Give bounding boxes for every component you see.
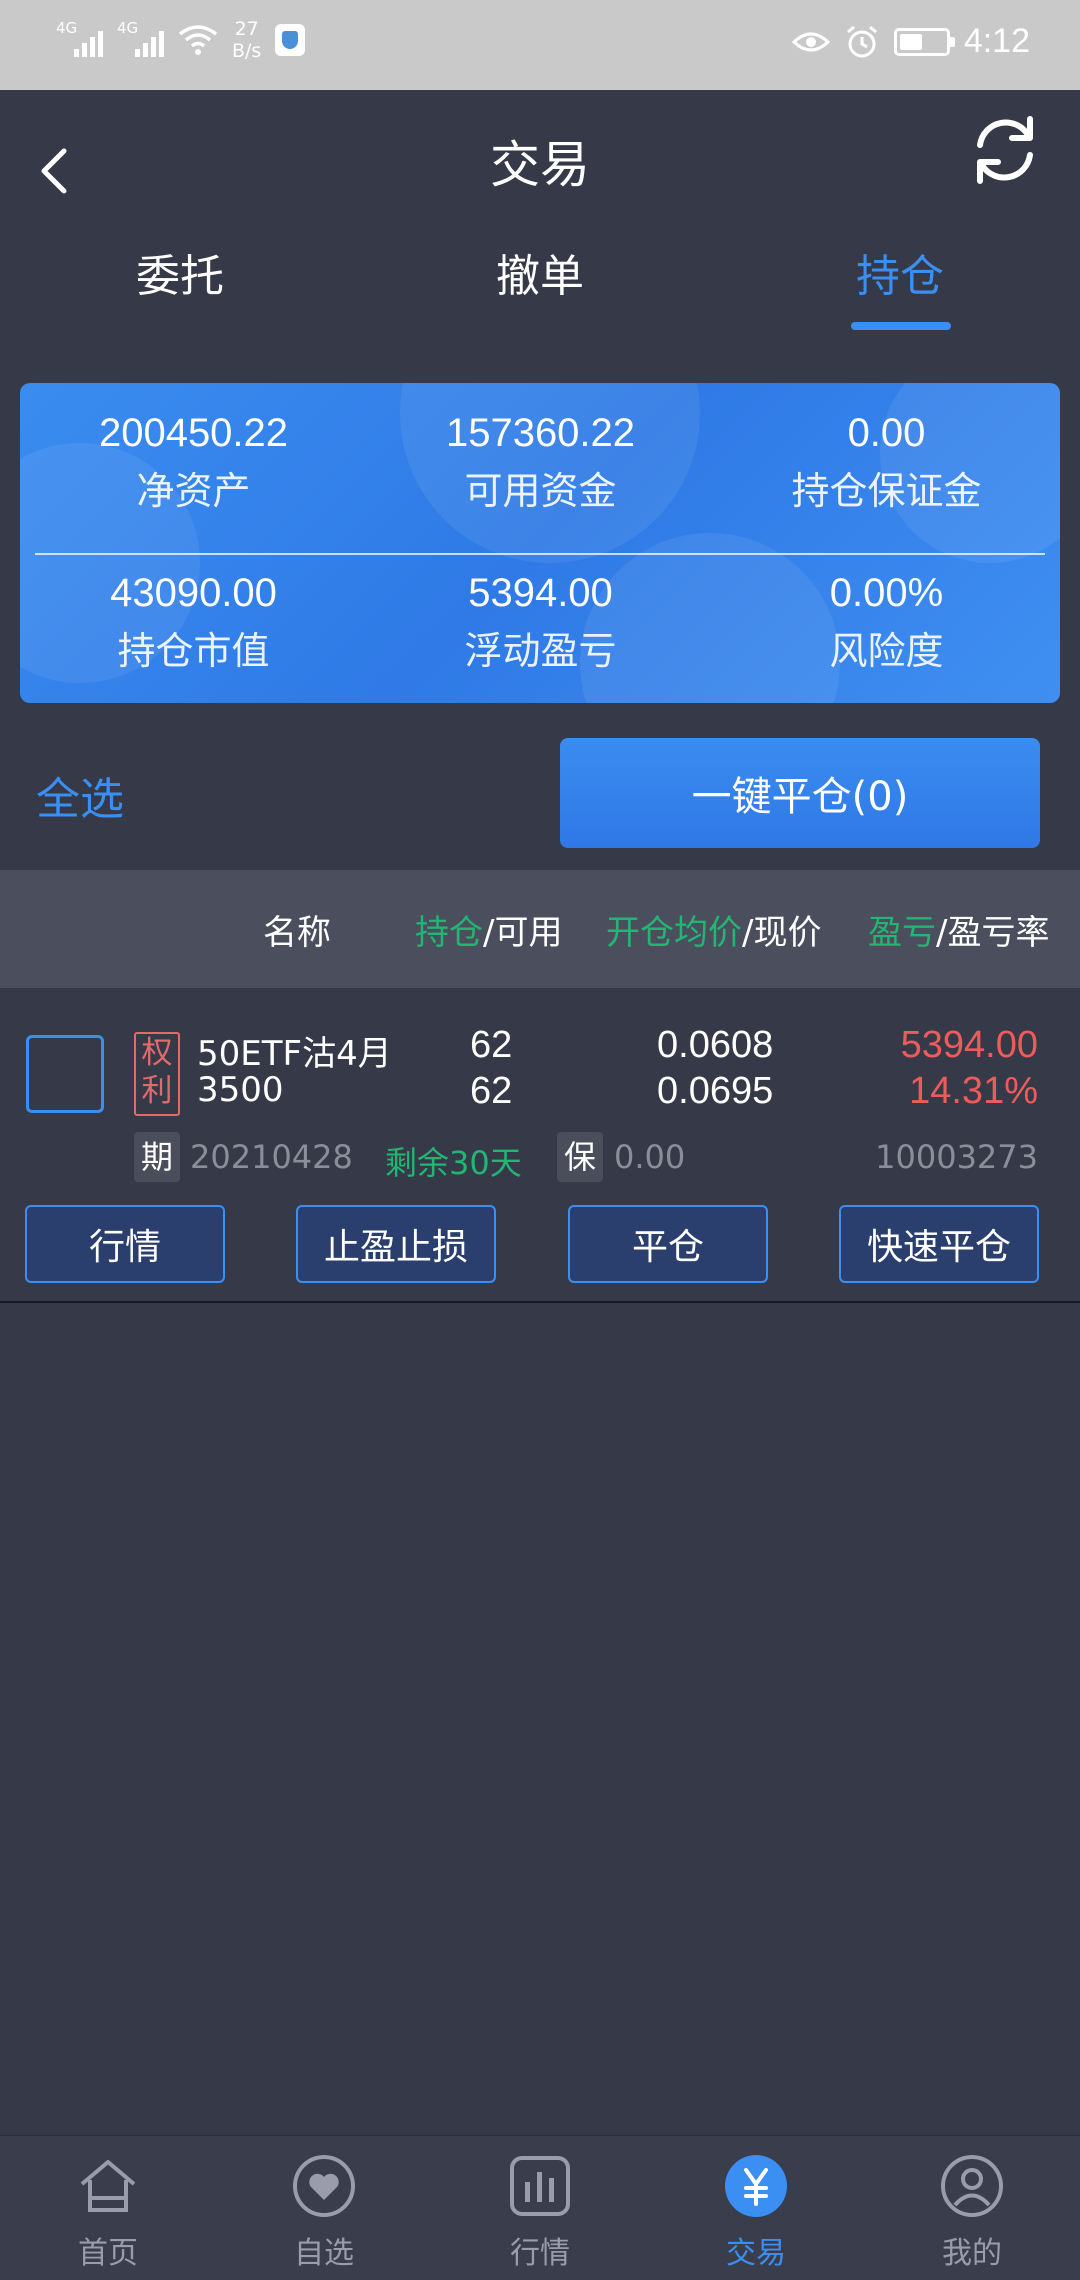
cellular-signal-icon: 4G: [56, 19, 103, 57]
page-title: 交易: [490, 136, 590, 194]
nav-profile-label: 我的: [942, 2236, 1002, 2271]
available-qty: 62: [470, 1070, 513, 1112]
net-speed-unit: B/s: [232, 40, 262, 62]
sim1-label: 4G: [56, 19, 78, 37]
margin-value: 0.00: [614, 1138, 686, 1176]
bar-chart-icon: [510, 2156, 570, 2216]
position-row[interactable]: 权 利 50ETF沽4月 3500 62 62 0.0608 0.0695 53…: [0, 990, 1080, 1303]
floating-pnl: 5394.00 浮动盈亏: [367, 571, 714, 675]
user-icon: [941, 2155, 1003, 2217]
option-type-tag: 权 利: [134, 1032, 180, 1116]
days-remaining: 剩余30天: [385, 1144, 522, 1182]
position-margin: 0.00 持仓保证金: [713, 411, 1060, 515]
expiry-tag: 期: [134, 1132, 180, 1182]
contract-code: 10003273: [875, 1138, 1038, 1176]
tab-orders[interactable]: 委托: [0, 240, 360, 304]
net-assets-label: 净资产: [136, 469, 251, 513]
contract-name: 50ETF沽4月: [197, 1034, 392, 1074]
status-bar: 4G 4G 27 B/s 4:12: [0, 0, 1080, 90]
col-current-price: /现价: [742, 913, 822, 953]
heart-icon: [293, 2155, 355, 2217]
account-summary-card: 200450.22 净资产 157360.22 可用资金 0.00 持仓保证金 …: [20, 383, 1060, 703]
nav-market[interactable]: 行情: [432, 2136, 648, 2280]
stop-profit-loss-button[interactable]: 止盈止损: [296, 1205, 496, 1283]
net-assets: 200450.22 净资产: [20, 411, 367, 515]
col-pnl-amount: 盈亏: [868, 913, 936, 953]
pnl-rate: 14.31%: [909, 1070, 1038, 1112]
eye-icon: [791, 32, 830, 51]
home-icon: [80, 2160, 136, 2212]
market-value-value: 43090.00: [110, 571, 277, 615]
current-price: 0.0695: [657, 1070, 774, 1112]
tab-positions[interactable]: 持仓: [720, 240, 1080, 304]
available-funds-label: 可用资金: [464, 469, 617, 513]
nav-home[interactable]: 首页: [0, 2136, 216, 2280]
available-funds: 157360.22 可用资金: [367, 411, 714, 515]
margin-tag: 保: [557, 1132, 603, 1182]
pnl-amount: 5394.00: [900, 1024, 1038, 1066]
quick-close-button[interactable]: 快速平仓: [839, 1205, 1039, 1283]
col-pnl: 盈亏/盈亏率: [868, 905, 1049, 954]
contract-strike: 3500: [197, 1070, 284, 1110]
nav-home-label: 首页: [78, 2236, 138, 2271]
yuan-icon: [725, 2155, 787, 2217]
risk-level-label: 风险度: [829, 629, 944, 673]
col-name: 名称: [263, 913, 331, 953]
risk-level: 0.00% 风险度: [713, 571, 1060, 675]
quote-button[interactable]: 行情: [25, 1205, 225, 1283]
floating-pnl-label: 浮动盈亏: [464, 629, 617, 673]
option-type-char-1: 权: [141, 1035, 173, 1071]
tab-cancel[interactable]: 撤单: [360, 240, 720, 304]
cellular-signal-icon-2: 4G: [117, 19, 164, 57]
active-tab-indicator: [851, 322, 951, 330]
network-speed: 27 B/s: [232, 18, 261, 62]
available-funds-value: 157360.22: [445, 411, 636, 455]
nav-watchlist[interactable]: 自选: [216, 2136, 432, 2280]
market-value: 43090.00 持仓市值: [20, 571, 367, 675]
card-divider: [35, 553, 1045, 555]
close-all-button[interactable]: 一键平仓(0): [560, 738, 1040, 848]
app-header: 交易 委托 撤单 持仓: [0, 90, 1080, 345]
wifi-icon: [178, 25, 218, 55]
nav-trade[interactable]: 交易: [648, 2136, 864, 2280]
col-price: 开仓均价/现价: [606, 905, 821, 954]
col-position: 持仓/可用: [415, 905, 562, 954]
status-time: 4:12: [963, 22, 1030, 60]
nav-trade-label: 交易: [726, 2236, 786, 2271]
risk-level-value: 0.00%: [829, 571, 944, 615]
position-margin-label: 持仓保证金: [791, 469, 982, 513]
shield-icon: [275, 24, 306, 56]
nav-profile[interactable]: 我的: [864, 2136, 1080, 2280]
market-value-label: 持仓市值: [117, 629, 270, 673]
sim2-label: 4G: [117, 19, 139, 37]
option-type-char-2: 利: [141, 1073, 173, 1109]
nav-market-label: 行情: [510, 2236, 570, 2271]
nav-watchlist-label: 自选: [294, 2236, 354, 2271]
net-assets-value: 200450.22: [98, 411, 289, 455]
col-pnl-rate: /盈亏率: [936, 913, 1050, 953]
tab-bar: 委托 撤单 持仓: [0, 240, 1080, 345]
floating-pnl-value: 5394.00: [468, 571, 613, 615]
select-all-link[interactable]: 全选: [36, 763, 124, 827]
battery-icon: [893, 27, 955, 56]
row-checkbox[interactable]: [26, 1035, 104, 1113]
positions-table-header: 名称 持仓/可用 开仓均价/现价 盈亏/盈亏率: [0, 870, 1080, 988]
position-margin-value: 0.00: [847, 411, 926, 455]
bottom-nav: 首页 自选 行情 交易 我的: [0, 2135, 1080, 2280]
col-open-avg: 开仓均价: [606, 913, 742, 953]
refresh-icon[interactable]: [960, 105, 1050, 195]
col-position-available: /可用: [483, 913, 563, 953]
expiry-date: 20210428: [190, 1138, 353, 1176]
net-speed-value: 27: [234, 18, 259, 40]
holding-qty: 62: [470, 1024, 513, 1066]
col-position-held: 持仓: [415, 913, 483, 953]
close-position-button[interactable]: 平仓: [568, 1205, 768, 1283]
open-avg-price: 0.0608: [657, 1024, 774, 1066]
alarm-icon: [846, 25, 877, 57]
